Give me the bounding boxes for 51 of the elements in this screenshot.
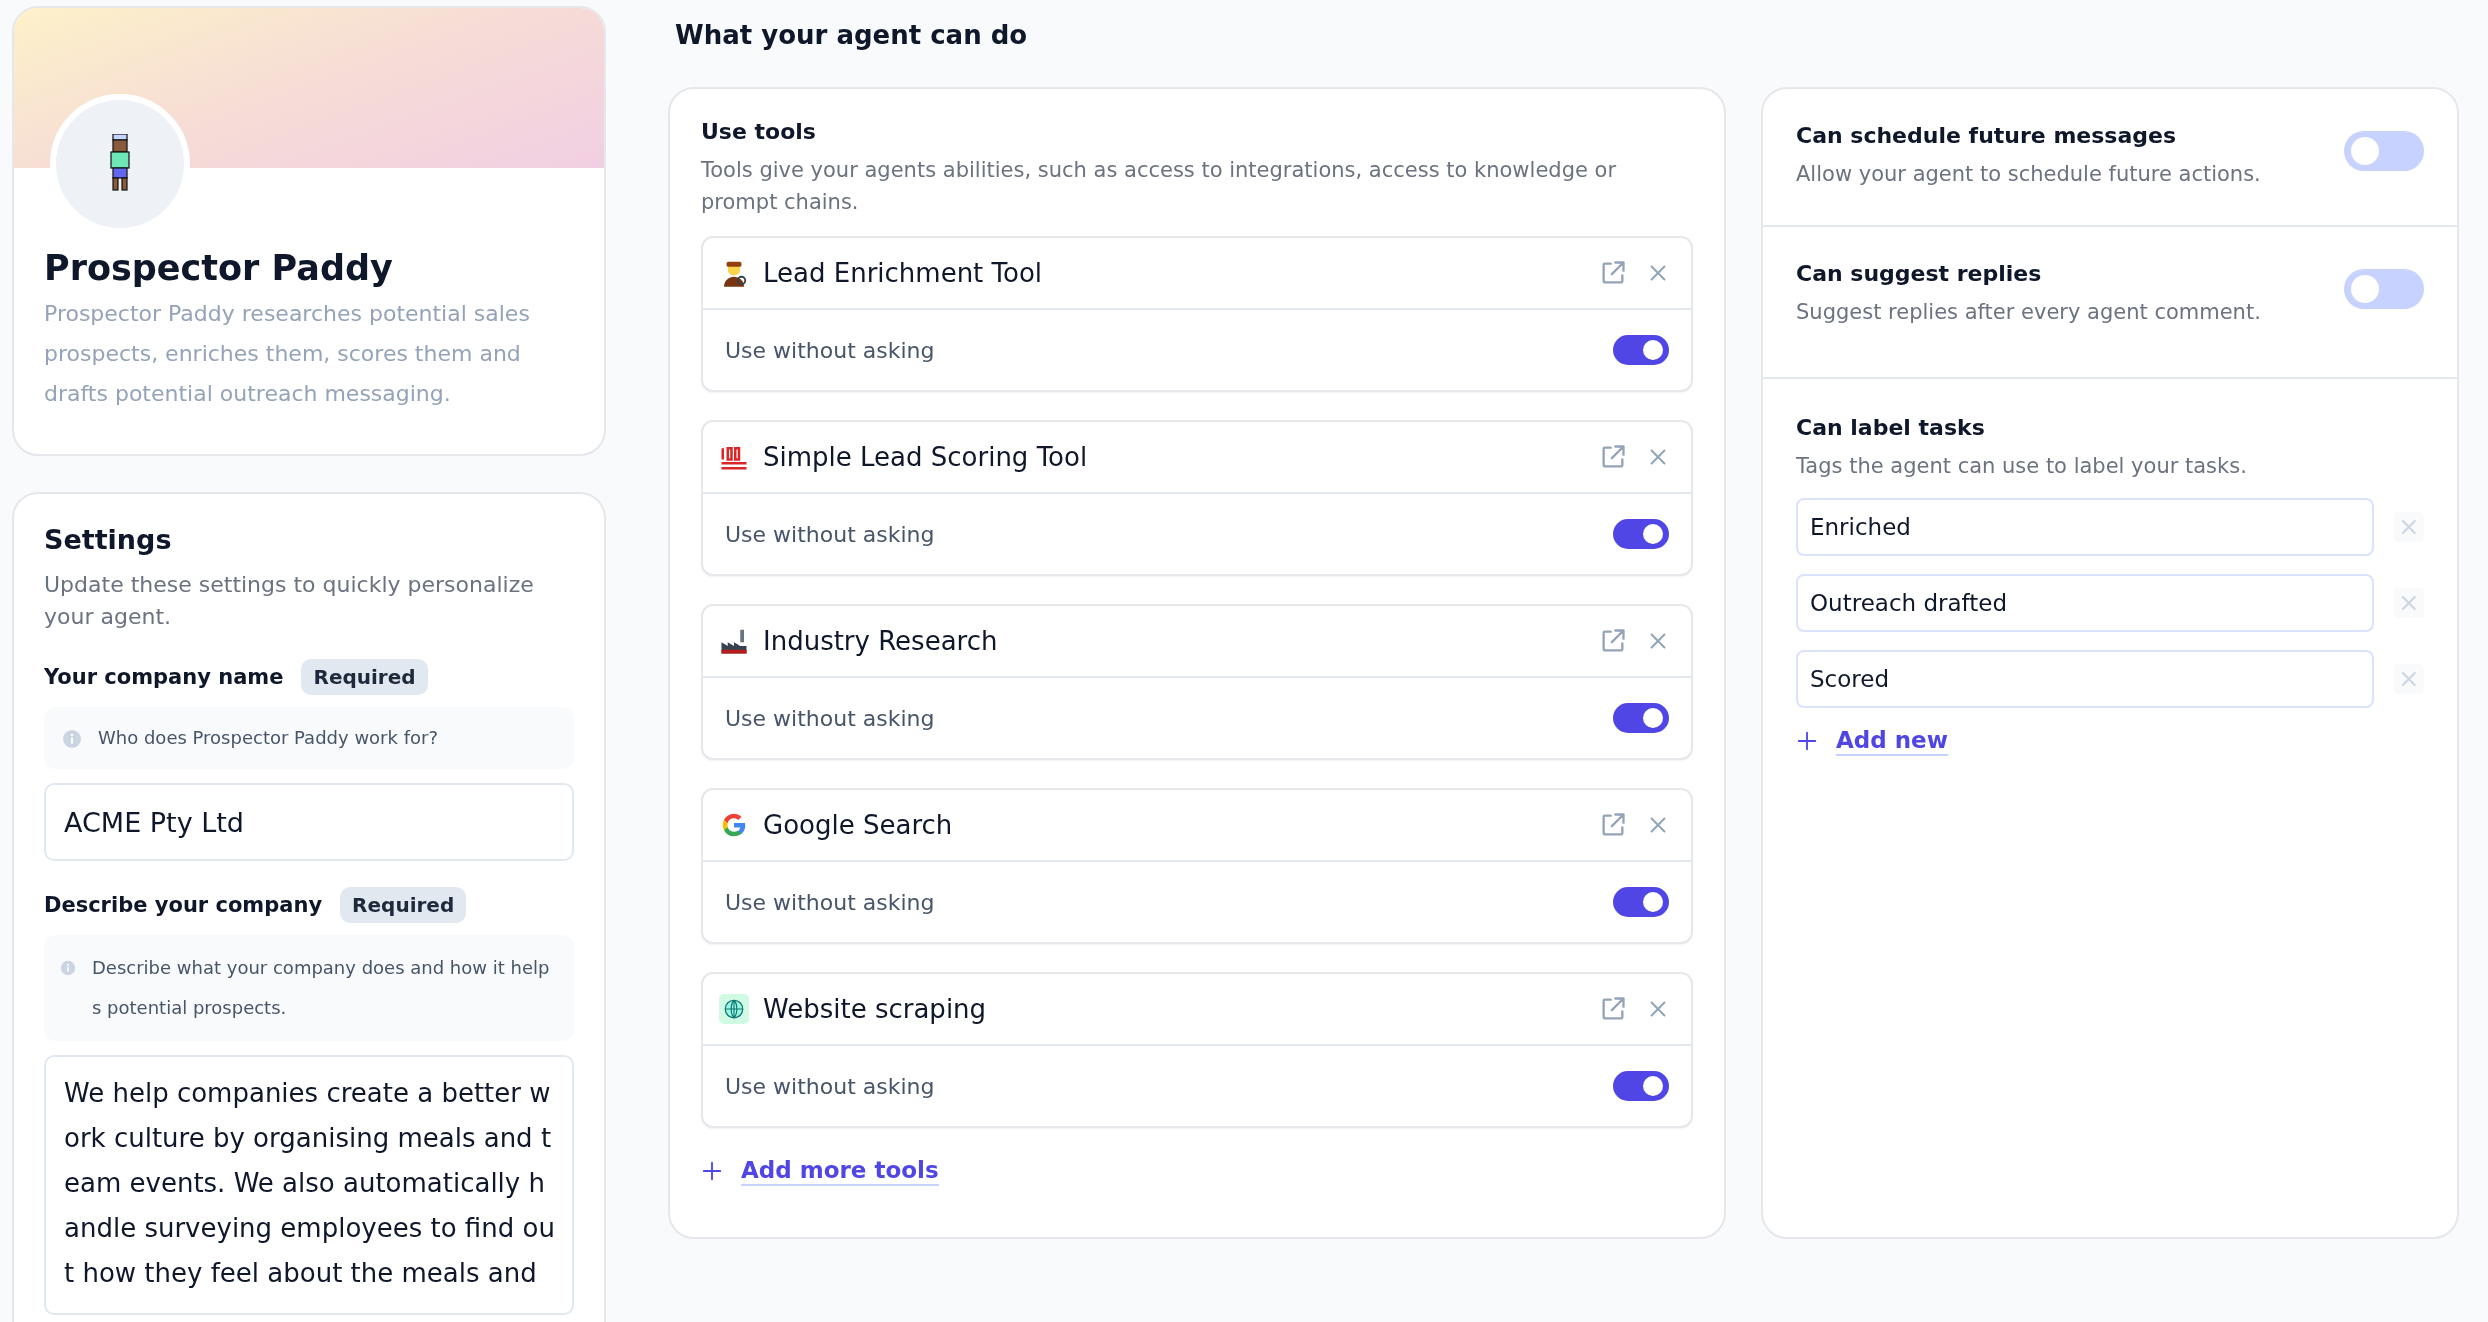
- close-icon[interactable]: [2394, 664, 2424, 694]
- toggle-switch[interactable]: [2344, 131, 2424, 171]
- option-label: Use without asking: [725, 521, 935, 547]
- plus-icon[interactable]: [701, 1160, 723, 1182]
- settings-description: Update these settings to quickly personalize your agent.: [44, 571, 535, 631]
- tool-name: Website scraping: [763, 994, 988, 1024]
- tool-name: Lead Enrichment Tool: [763, 258, 1044, 288]
- hint-text: Describe what your company does and how it helps potential prospects.: [92, 956, 551, 1020]
- close-icon[interactable]: [2394, 512, 2424, 542]
- agent-description: Prospector Paddy researches potential sales prospects, enriches them, scores them and drafts potential outreach messaging.: [44, 300, 531, 408]
- option-label: Use without asking: [725, 1073, 935, 1099]
- option-title: Can schedule future messages: [1796, 123, 2178, 148]
- company-description-input[interactable]: We help companies create a better work culture by organising meals and team events. We also automatically handle surveying employees to find out how they feel about the meals and: [44, 1055, 574, 1315]
- tool-name: Industry Research: [763, 626, 999, 656]
- field-label: Describe your company: [44, 893, 323, 917]
- toggle-switch[interactable]: [1613, 335, 1669, 365]
- field-label: Your company name: [44, 665, 284, 689]
- hint-text: Who does Prospector Paddy work for?: [98, 726, 438, 750]
- tools-description: Tools give your agents abilities, such as access to integrations, access to knowledge or prompt chains.: [701, 157, 1618, 216]
- toggle-switch[interactable]: [2344, 269, 2424, 309]
- close-icon[interactable]: [2394, 588, 2424, 618]
- tool-name: Google Search: [763, 810, 954, 840]
- globe-icon: [719, 994, 749, 1024]
- company-name-input[interactable]: ACME Pty Ltd: [44, 783, 574, 861]
- toggle-switch[interactable]: [1613, 1071, 1669, 1101]
- option-description: Suggest replies after every agent comment.: [1796, 299, 2261, 326]
- labels-title: Can label tasks: [1796, 415, 1986, 440]
- required-badge: Required: [301, 659, 428, 695]
- add-new-link[interactable]: Add new: [1836, 726, 1948, 756]
- toggle-switch[interactable]: [1613, 703, 1669, 733]
- tools-title: Use tools: [701, 119, 817, 144]
- tag-input[interactable]: Enriched: [1796, 498, 2375, 556]
- tag-input[interactable]: Scored: [1796, 650, 2375, 708]
- plus-icon[interactable]: [1796, 730, 1818, 752]
- required-badge: Required: [340, 887, 467, 923]
- option-label: Use without asking: [725, 337, 935, 363]
- tag-input[interactable]: Outreach drafted: [1796, 574, 2375, 632]
- info-icon: [62, 729, 82, 749]
- option-label: Use without asking: [725, 889, 935, 915]
- option-label: Use without asking: [725, 705, 935, 731]
- toggle-switch[interactable]: [1613, 887, 1669, 917]
- section-heading: What your agent can do: [674, 19, 1029, 52]
- add-more-tools-link[interactable]: Add more tools: [741, 1156, 939, 1186]
- toggle-switch[interactable]: [1613, 519, 1669, 549]
- option-title: Can suggest replies: [1796, 261, 2043, 286]
- tool-name: Simple Lead Scoring Tool: [763, 442, 1089, 472]
- settings-title: Settings: [44, 524, 173, 555]
- labels-description: Tags the agent can use to label your tasks.: [1796, 453, 2248, 480]
- option-description: Allow your agent to schedule future actions.: [1796, 161, 2261, 188]
- agent-name: Prospector Paddy: [44, 248, 394, 288]
- info-icon: [60, 960, 76, 976]
